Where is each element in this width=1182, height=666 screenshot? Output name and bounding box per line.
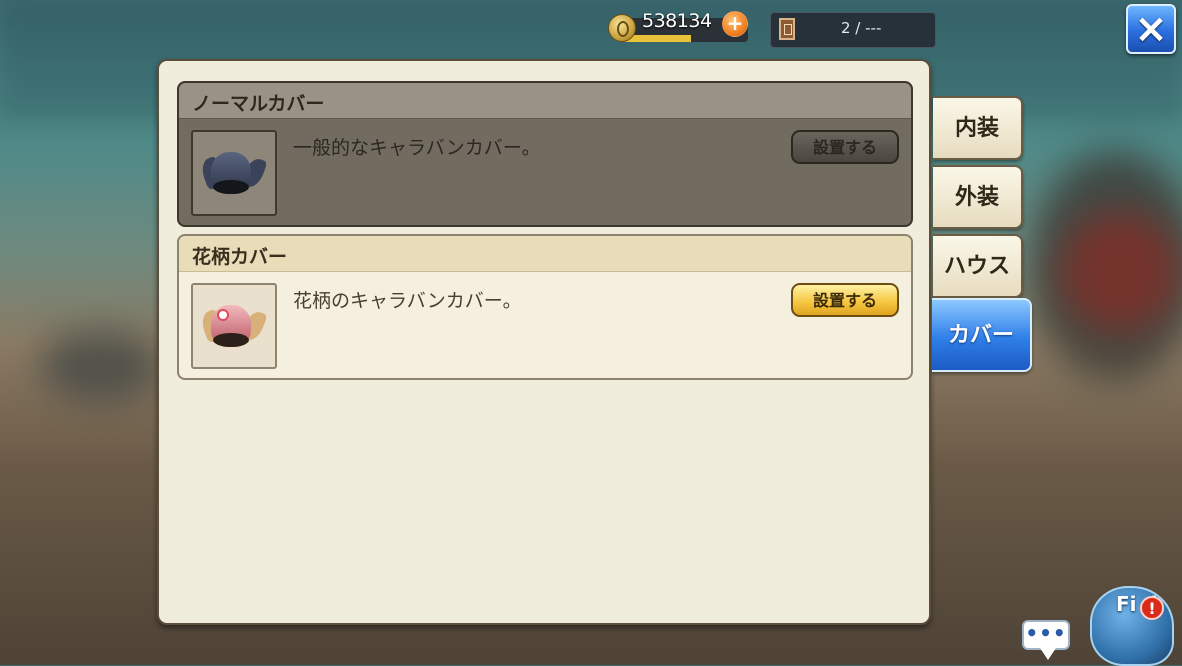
list-item-floral-cover[interactable]: 花柄カバー 花柄のキャラバンカバー。 設置する (177, 234, 913, 380)
item-description: 一般的なキャラバンカバー。 (293, 137, 541, 159)
chat-button[interactable]: ••• (1022, 620, 1070, 660)
item-thumbnail (191, 283, 277, 369)
tab-exterior[interactable]: 外装 (933, 165, 1023, 229)
list-item-header: ノーマルカバー (179, 83, 911, 119)
ticket-count: 2 / --- (841, 19, 882, 37)
tab-house[interactable]: ハウス (933, 234, 1023, 298)
gold-display: 538134 + (608, 8, 750, 44)
alert-badge: ! (1140, 596, 1164, 620)
tab-cover[interactable]: カバー (932, 298, 1032, 372)
cover-list-panel: ノーマルカバー 一般的なキャラバンカバー。 設置する 花柄カバー 花柄のキャラバ… (157, 59, 931, 625)
coin-icon (608, 14, 636, 42)
field-button[interactable]: Fi d ! (1082, 580, 1182, 666)
set-button[interactable]: 設置する (791, 283, 899, 317)
item-title: 花柄カバー (192, 246, 288, 268)
tab-interior[interactable]: 内装 (933, 96, 1023, 160)
list-item-normal-cover[interactable]: ノーマルカバー 一般的なキャラバンカバー。 設置する (177, 81, 913, 227)
item-thumbnail (191, 130, 277, 216)
ticket-icon (779, 18, 795, 40)
chat-bubble-icon: ••• (1025, 621, 1067, 645)
item-title: ノーマルカバー (192, 93, 325, 115)
gold-amount: 538134 (642, 10, 712, 32)
set-button[interactable]: 設置する (791, 130, 899, 164)
floral-caravan-cover-icon (198, 297, 268, 355)
background-scenery-accent (1060, 210, 1180, 330)
ticket-counter: 2 / --- (770, 12, 936, 48)
close-icon: × (1134, 6, 1168, 52)
dark-caravan-cover-icon (198, 144, 268, 202)
item-description: 花柄のキャラバンカバー。 (293, 290, 522, 312)
background-rock (40, 330, 160, 400)
list-item-header: 花柄カバー (179, 236, 911, 272)
close-button[interactable]: × (1126, 4, 1176, 54)
add-gold-button[interactable]: + (722, 11, 748, 37)
